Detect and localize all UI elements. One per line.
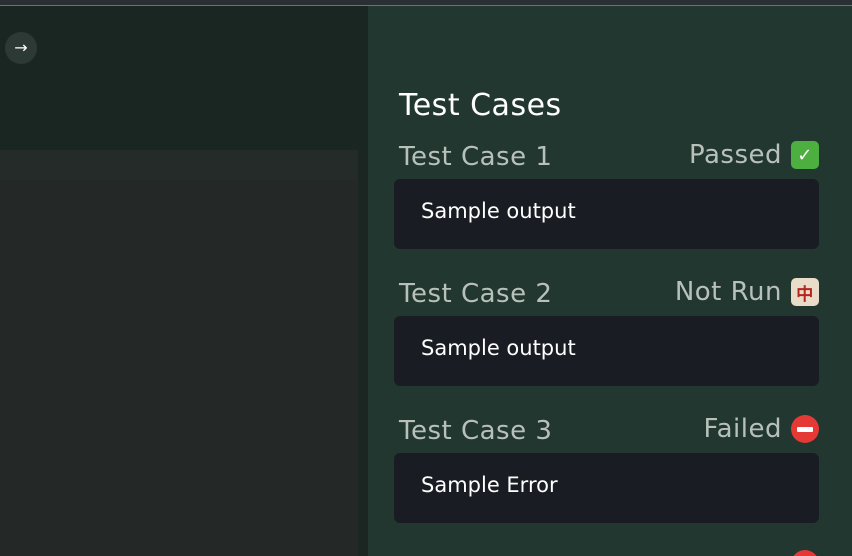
test-case-status: Not Run 中 bbox=[675, 277, 819, 307]
test-case-status: Failed bbox=[704, 414, 819, 444]
test-case-name: Test Case 3 bbox=[399, 416, 553, 446]
output-box: Sample output bbox=[394, 179, 819, 249]
test-case-status: Passed ✓ bbox=[689, 140, 819, 170]
left-pane: → bbox=[0, 6, 368, 556]
status-icon bbox=[791, 550, 819, 556]
editor-area[interactable] bbox=[0, 180, 358, 556]
test-case-name: Test Case 1 bbox=[399, 142, 553, 172]
status-label: Failed bbox=[703, 414, 782, 444]
no-entry-icon bbox=[791, 415, 819, 443]
output-box: Sample output bbox=[394, 316, 819, 386]
left-toolbar-strip bbox=[0, 150, 358, 180]
left-header: → bbox=[0, 6, 368, 150]
pane-divider[interactable] bbox=[358, 150, 368, 556]
output-box: Sample Error bbox=[394, 453, 819, 523]
output-text: Sample Error bbox=[421, 473, 558, 497]
output-text: Sample output bbox=[421, 336, 576, 360]
status-label: Not Run bbox=[674, 277, 782, 307]
status-label: Passed bbox=[688, 140, 782, 170]
arrow-right-icon[interactable]: → bbox=[5, 32, 37, 64]
check-mark-icon: ✓ bbox=[791, 141, 819, 169]
test-case-name: Test Case 2 bbox=[399, 279, 553, 309]
panel-title: Test Cases bbox=[399, 88, 562, 123]
mahjong-tile-icon: 中 bbox=[791, 278, 819, 306]
output-text: Sample output bbox=[421, 199, 576, 223]
test-cases-panel: Test Cases Test Case 1 Passed ✓ Sample o… bbox=[368, 6, 852, 556]
